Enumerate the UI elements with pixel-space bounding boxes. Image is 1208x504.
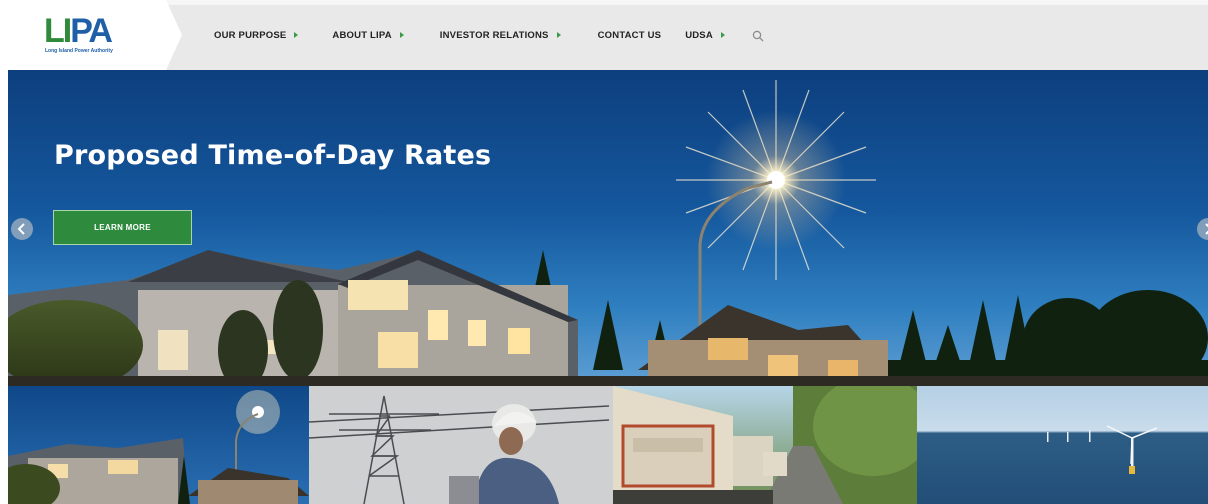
chevron-right-icon	[1205, 223, 1208, 235]
nav-label: CONTACT US	[597, 29, 662, 41]
tile-utility-trucks-road[interactable]	[613, 386, 917, 504]
triangle-right-icon	[399, 32, 404, 38]
nav-about-lipa[interactable]: ABOUT LIPA	[332, 29, 404, 41]
nav-udsa[interactable]: UDSA	[685, 30, 725, 41]
logo-subtitle: Long Island Power Authority	[45, 48, 113, 54]
triangle-right-icon	[556, 32, 561, 38]
logo-mark: LIPA	[44, 12, 113, 50]
nav-label: OUR PURPOSE	[214, 29, 287, 41]
tile-offshore-wind-turbines[interactable]	[917, 386, 1208, 504]
tile-image	[1047, 425, 1158, 474]
carousel-prev-button[interactable]	[11, 218, 33, 240]
tile-lineworker-transmission-tower[interactable]	[309, 386, 613, 504]
tile-houses-at-dusk[interactable]	[8, 386, 309, 504]
nav-label: ABOUT LIPA	[332, 29, 392, 41]
main-nav: OUR PURPOSE ABOUT LIPA INVESTOR RELATION…	[214, 0, 725, 70]
search-icon[interactable]	[752, 29, 764, 42]
nav-our-purpose[interactable]: OUR PURPOSE	[214, 29, 299, 41]
lipa-logo[interactable]: LIPA Long Island Power Authority	[44, 14, 124, 54]
nav-label: INVESTOR RELATIONS	[439, 29, 549, 41]
nav-contact-us[interactable]: CONTACT US	[598, 30, 662, 41]
triangle-right-icon	[720, 32, 725, 38]
feature-tiles	[8, 386, 1208, 504]
site-header: LIPA Long Island Power Authority OUR PUR…	[0, 0, 1208, 70]
hero-title: Proposed Time-of-Day Rates	[54, 140, 492, 171]
hero-carousel: Proposed Time-of-Day Rates LEARN MORE	[8, 70, 1208, 386]
tile-image	[8, 390, 309, 504]
tile-image	[613, 386, 917, 504]
nav-label: UDSA	[685, 29, 713, 41]
carousel-next-button[interactable]	[1197, 218, 1208, 240]
nav-investor-relations[interactable]: INVESTOR RELATIONS	[440, 30, 561, 41]
tile-image	[309, 395, 610, 504]
learn-more-button[interactable]: LEARN MORE	[53, 210, 192, 245]
triangle-right-icon	[294, 32, 299, 38]
chevron-left-icon	[17, 223, 25, 235]
